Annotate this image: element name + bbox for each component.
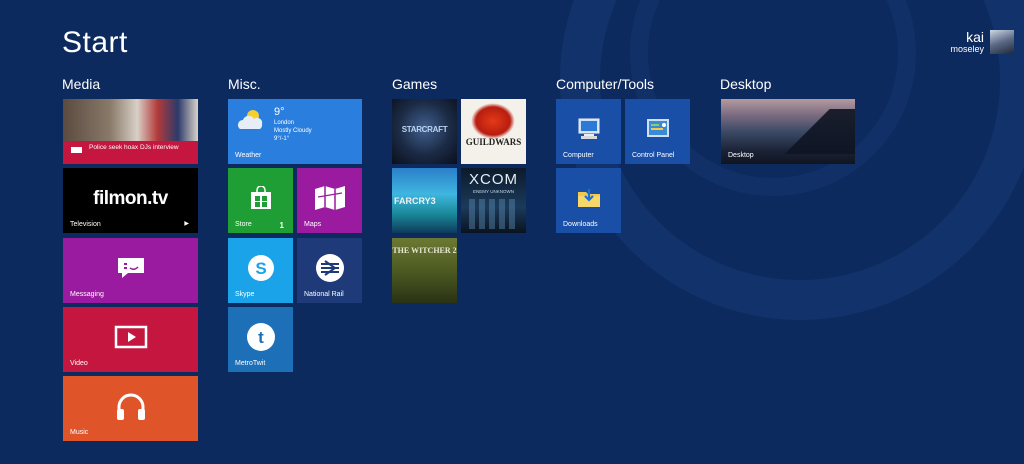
weather-condition: Mostly Cloudy	[274, 128, 312, 134]
group-label-desktop[interactable]: Desktop	[720, 76, 771, 92]
filmon-logo: filmon.tv	[93, 188, 168, 209]
xcom-logo: XCOM	[469, 171, 518, 188]
skype-tile[interactable]: S Skype	[228, 238, 293, 303]
skype-icon: S	[247, 254, 274, 281]
play-arrow-icon: ▶	[184, 221, 189, 227]
weather-temp: 9°	[274, 106, 285, 118]
control-panel-tile[interactable]: Control Panel	[625, 99, 690, 164]
xcom-subtitle: ENEMY UNKNOWN	[473, 189, 514, 194]
weather-tile[interactable]: 9° London Mostly Cloudy 9°/-1° Weather	[228, 99, 362, 164]
svg-text:t: t	[258, 328, 264, 347]
messaging-icon	[117, 257, 144, 278]
page-title: Start	[62, 26, 128, 59]
weather-range: 9°/-1°	[274, 136, 290, 142]
maps-label: Maps	[304, 221, 322, 228]
witcher-tile[interactable]: THE WITCHER 2	[392, 238, 457, 303]
starcraft-logo: STARCRAFT	[401, 125, 448, 134]
news-icon	[71, 147, 82, 156]
national-rail-label: National Rail	[304, 291, 344, 298]
national-rail-icon	[315, 253, 344, 282]
skype-label: Skype	[235, 291, 255, 298]
user-first-name: kai	[966, 29, 984, 45]
metrotwit-tile[interactable]: t MetroTwit	[228, 307, 293, 372]
computer-icon	[578, 118, 599, 139]
farcry-tile[interactable]: FARCRY3	[392, 168, 457, 233]
background-swirl-inner	[630, 0, 916, 196]
messaging-label: Messaging	[70, 291, 104, 298]
control-panel-icon	[646, 118, 669, 137]
video-icon	[114, 325, 147, 349]
starcraft-tile[interactable]: STARCRAFT	[392, 99, 457, 164]
desktop-label: Desktop	[728, 152, 754, 159]
store-label: Store	[235, 221, 252, 228]
store-badge: 1	[279, 221, 284, 230]
svg-text:S: S	[255, 259, 266, 278]
filmon-label: Television	[70, 221, 101, 228]
music-tile[interactable]: Music	[63, 376, 198, 441]
user-account[interactable]: kai moseley	[950, 29, 1014, 55]
xcom-tile[interactable]: XCOM ENEMY UNKNOWN	[461, 168, 526, 233]
computer-label: Computer	[563, 152, 594, 159]
desktop-mountain-art	[779, 109, 855, 154]
news-tile[interactable]: Police seek hoax DJs interview	[63, 99, 198, 164]
avatar[interactable]	[990, 30, 1014, 54]
xcom-soldiers-art	[469, 199, 518, 229]
group-label-misc[interactable]: Misc.	[228, 76, 261, 92]
downloads-tile[interactable]: Downloads	[556, 168, 621, 233]
weather-city: London	[274, 120, 295, 126]
group-label-media[interactable]: Media	[62, 76, 100, 92]
guildwars-dragon-art	[471, 103, 515, 139]
downloads-label: Downloads	[563, 221, 598, 228]
video-label: Video	[70, 360, 88, 367]
user-last-name: moseley	[950, 44, 984, 55]
weather-label: Weather	[235, 152, 262, 159]
store-bag-icon	[250, 185, 271, 209]
video-tile[interactable]: Video	[63, 307, 198, 372]
metrotwit-label: MetroTwit	[235, 360, 266, 367]
witcher-logo: THE WITCHER 2	[392, 246, 457, 255]
folder-download-icon	[577, 188, 600, 207]
group-label-games[interactable]: Games	[392, 76, 437, 92]
maps-tile[interactable]: Maps	[297, 168, 362, 233]
filmon-tile[interactable]: filmon.tv Television ▶	[63, 168, 198, 233]
national-rail-tile[interactable]: National Rail	[297, 238, 362, 303]
map-icon	[314, 185, 345, 210]
desktop-tile[interactable]: Desktop	[721, 99, 855, 164]
music-label: Music	[70, 429, 89, 436]
guildwars-logo: GUILDWARS	[465, 137, 522, 147]
weather-cloud-icon	[238, 110, 263, 129]
farcry-logo: FARCRY3	[394, 196, 436, 206]
control-panel-label: Control Panel	[632, 152, 675, 159]
news-headline-bar: Police seek hoax DJs interview	[63, 141, 198, 164]
guildwars-tile[interactable]: GUILDWARS	[461, 99, 526, 164]
messaging-tile[interactable]: Messaging	[63, 238, 198, 303]
computer-tile[interactable]: Computer	[556, 99, 621, 164]
store-tile[interactable]: Store 1	[228, 168, 293, 233]
group-label-computer-tools[interactable]: Computer/Tools	[556, 76, 654, 92]
metrotwit-icon: t	[246, 322, 275, 351]
news-headline: Police seek hoax DJs interview	[89, 144, 179, 151]
headphones-icon	[116, 393, 145, 420]
